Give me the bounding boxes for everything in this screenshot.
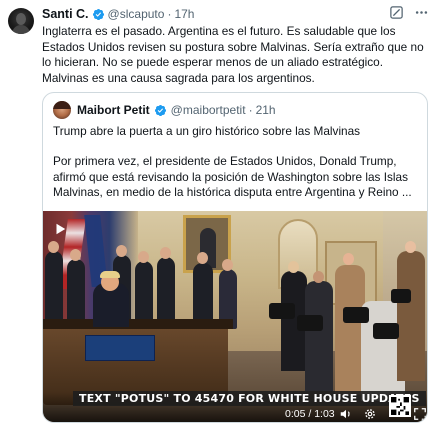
scene-camera — [343, 307, 369, 323]
quoted-headline: Trump abre la puerta a un giro histórico… — [53, 124, 361, 138]
tweet-header: Santi C. @slcaputo · 17h — [42, 6, 194, 22]
separator-dot: · — [167, 7, 172, 21]
scene-person — [45, 251, 63, 321]
scene-person-head — [313, 271, 324, 283]
video-player[interactable]: TEXT "POTUS" TO 45470 FOR WHITE HOUSE UP… — [43, 211, 428, 423]
scene-person-head — [288, 261, 299, 273]
scene-person-head — [116, 245, 127, 257]
scene-camera — [391, 289, 411, 303]
scene-person-head — [405, 241, 416, 253]
verified-badge-icon — [92, 8, 104, 20]
scene-person — [157, 257, 175, 321]
scene-person-head — [138, 251, 149, 263]
video-banner: TEXT "POTUS" TO 45470 FOR WHITE HOUSE UP… — [73, 391, 426, 406]
tweet-time[interactable]: 17h — [174, 7, 194, 21]
quoted-author-handle[interactable]: @maibortpetit — [171, 103, 246, 117]
fullscreen-icon[interactable] — [413, 407, 427, 421]
scene-person-head — [48, 241, 59, 253]
separator-dot: · — [248, 103, 253, 117]
scene-person — [135, 261, 153, 321]
scene-camera — [269, 303, 295, 319]
video-progress-fill — [43, 422, 74, 423]
scene-desk-top — [43, 319, 233, 329]
qr-code-icon — [389, 395, 411, 417]
quoted-avatar[interactable] — [53, 101, 71, 119]
video-time: 0:05 / 1:03 — [285, 408, 335, 420]
play-icon[interactable] — [53, 222, 67, 236]
scene-reporter — [397, 251, 425, 381]
quoted-author-name[interactable]: Maibort Petit — [77, 103, 150, 117]
grok-icon[interactable] — [389, 5, 404, 20]
scene-person-head — [343, 253, 354, 265]
gear-icon[interactable] — [363, 407, 377, 421]
quoted-header: Maibort Petit @maibortpetit · 21h — [53, 101, 276, 119]
quoted-body: Por primera vez, el presidente de Estado… — [53, 154, 412, 199]
video-progress-bar[interactable] — [43, 422, 428, 423]
scene-person-head — [160, 247, 171, 259]
author-name[interactable]: Santi C. — [42, 7, 89, 21]
scene-camera — [373, 323, 399, 339]
more-icon[interactable] — [414, 5, 429, 20]
scene-person-hair — [100, 271, 120, 278]
scene-person-head — [70, 249, 81, 261]
tweet[interactable]: Santi C. @slcaputo · 17h Inglaterra es e… — [0, 0, 437, 428]
quoted-tweet[interactable]: Maibort Petit @maibortpetit · 21h Trump … — [42, 92, 428, 423]
scene-books — [85, 335, 155, 361]
tweet-actions-top — [389, 5, 429, 20]
quoted-time[interactable]: 21h — [256, 103, 276, 117]
scene-person — [67, 259, 85, 323]
volume-icon[interactable] — [339, 407, 353, 421]
scene-person-head — [222, 259, 233, 271]
author-handle[interactable]: @slcaputo — [108, 7, 165, 21]
scene-person-head — [197, 252, 208, 264]
verified-badge-icon — [154, 104, 166, 116]
avatar[interactable] — [8, 8, 34, 34]
tweet-text: Inglaterra es el pasado. Argentina es el… — [42, 24, 424, 85]
scene-camera — [297, 315, 323, 331]
scene-reporter — [305, 281, 333, 391]
